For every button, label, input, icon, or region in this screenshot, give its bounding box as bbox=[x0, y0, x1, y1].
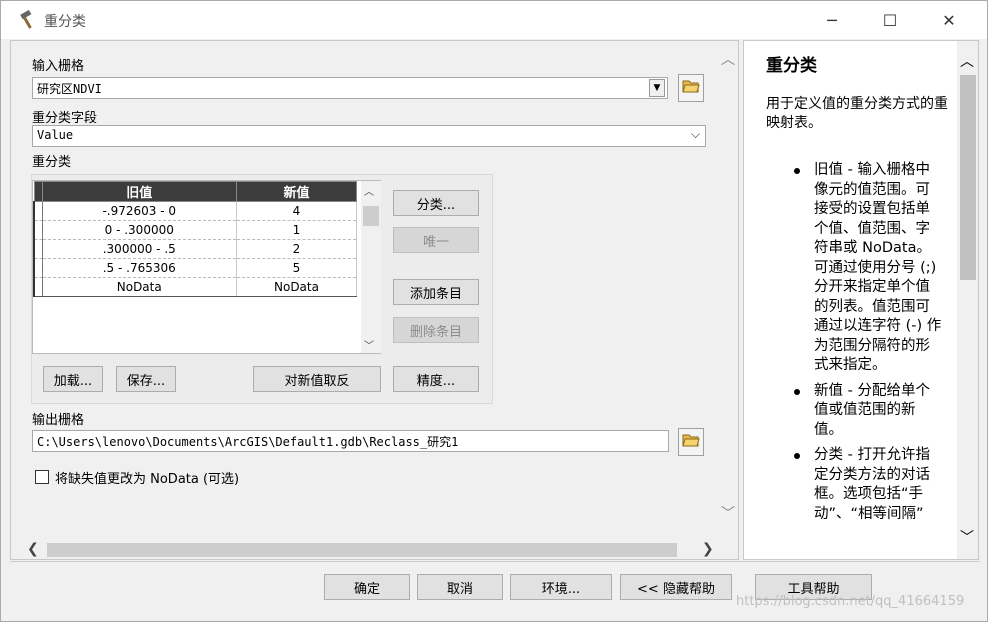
row-selector[interactable] bbox=[33, 201, 43, 221]
table-row[interactable]: .5 - .765306 5 bbox=[33, 258, 357, 278]
row-selector[interactable] bbox=[33, 239, 43, 259]
missing-to-nodata-checkbox[interactable] bbox=[35, 470, 49, 484]
help-title: 重分类 bbox=[766, 56, 817, 76]
bullet-icon bbox=[794, 453, 800, 459]
old-value-cell[interactable]: 0 - .300000 bbox=[42, 220, 237, 240]
new-value-cell[interactable]: 5 bbox=[236, 258, 357, 278]
hide-help-button[interactable]: << 隐藏帮助 bbox=[620, 574, 732, 600]
ok-button[interactable]: 确定 bbox=[324, 574, 410, 600]
load-button[interactable]: 加载... bbox=[43, 366, 103, 392]
browse-output-button[interactable] bbox=[678, 428, 704, 456]
title-bar: 重分类 ─ ☐ ✕ bbox=[1, 1, 987, 39]
help-item-text: 新值 - 分配给单个值或值范围的新值。 bbox=[814, 382, 930, 438]
list-item: 旧值 - 输入栅格中像元的值范围。可接受的设置包括单个值、值范围、字符串或 No… bbox=[794, 161, 944, 376]
new-value-cell[interactable]: 4 bbox=[236, 201, 357, 221]
table-row[interactable]: .300000 - .5 2 bbox=[33, 239, 357, 259]
output-raster-label: 输出栅格 bbox=[32, 413, 85, 428]
panel-horizontal-scrollbar[interactable]: ❮ ❯ bbox=[27, 541, 717, 559]
row-header-corner bbox=[33, 181, 43, 202]
scroll-thumb[interactable] bbox=[960, 75, 976, 280]
chevron-down-icon[interactable]: ﹀ bbox=[364, 337, 374, 352]
new-value-cell[interactable]: 2 bbox=[236, 239, 357, 259]
help-item-text: 分类 - 打开允许指定分类方法的对话框。选项包括“手动”、“相等间隔” bbox=[814, 447, 930, 522]
cancel-button[interactable]: 取消 bbox=[417, 574, 503, 600]
folder-open-icon bbox=[682, 432, 700, 452]
reclass-field-select[interactable]: Value bbox=[32, 125, 706, 147]
minimize-button[interactable]: ─ bbox=[809, 1, 855, 39]
list-item: 分类 - 打开允许指定分类方法的对话框。选项包括“手动”、“相等间隔” bbox=[794, 446, 944, 524]
column-header-new[interactable]: 新值 bbox=[236, 181, 357, 202]
chevron-down-icon[interactable]: ⌵ bbox=[691, 127, 700, 142]
row-selector[interactable] bbox=[33, 258, 43, 278]
precision-button[interactable]: 精度... bbox=[393, 366, 479, 392]
reclassification-label: 重分类 bbox=[32, 155, 72, 170]
column-header-old[interactable]: 旧值 bbox=[41, 181, 237, 202]
folder-open-icon bbox=[682, 78, 700, 98]
row-selector[interactable] bbox=[33, 277, 43, 297]
save-button[interactable]: 保存... bbox=[116, 366, 176, 392]
bullet-icon bbox=[794, 388, 800, 395]
environments-button[interactable]: 环境... bbox=[510, 574, 612, 600]
old-value-cell[interactable]: NoData bbox=[42, 277, 237, 297]
input-raster-combo[interactable]: 研究区NDVI bbox=[32, 77, 668, 99]
table-row[interactable]: NoData NoData bbox=[33, 277, 357, 297]
panel-vertical-scrollbar[interactable]: ︿ ﹀ bbox=[720, 41, 739, 531]
reverse-new-values-button[interactable]: 对新值取反 bbox=[253, 366, 381, 392]
missing-to-nodata-label: 将缺失值更改为 NoData (可选) bbox=[55, 472, 240, 487]
help-scrollbar[interactable]: ︿ ﹀ bbox=[957, 41, 978, 559]
remap-grid: 旧值 新值 -.972603 - 0 4 0 - .300000 1 .3000… bbox=[33, 181, 357, 297]
watermark: https://blog.csdn.net/qq_41664159 bbox=[736, 594, 965, 609]
output-raster-input[interactable]: C:\Users\lenovo\Documents\ArcGIS\Default… bbox=[32, 430, 669, 452]
unique-button[interactable]: 唯一 bbox=[393, 227, 479, 253]
input-raster-label: 输入栅格 bbox=[32, 59, 85, 74]
help-panel: 重分类 用于定义值的重分类方式的重映射表。 旧值 - 输入栅格中像元的值范围。可… bbox=[743, 40, 979, 560]
table-scrollbar[interactable]: ︿ ﹀ bbox=[361, 181, 381, 353]
hammer-icon bbox=[18, 9, 38, 30]
scroll-thumb[interactable] bbox=[47, 543, 677, 557]
chevron-right-icon[interactable]: ❯ bbox=[702, 541, 714, 557]
delete-entry-button[interactable]: 删除条目 bbox=[393, 317, 479, 343]
list-item: 新值 - 分配给单个值或值范围的新值。 bbox=[794, 382, 944, 441]
close-button[interactable]: ✕ bbox=[926, 1, 972, 39]
reclass-field-label: 重分类字段 bbox=[32, 111, 98, 126]
help-item-text: 旧值 - 输入栅格中像元的值范围。可接受的设置包括单个值、值范围、字符串或 No… bbox=[814, 162, 942, 373]
chevron-left-icon[interactable]: ❮ bbox=[27, 541, 39, 557]
parameters-panel: 输入栅格 研究区NDVI ▼ 重分类字段 Value ⌵ 重分类 旧值 新值 -… bbox=[10, 40, 739, 560]
help-intro: 用于定义值的重分类方式的重映射表。 bbox=[766, 96, 948, 131]
chevron-up-icon[interactable]: ︿ bbox=[721, 49, 735, 69]
scroll-thumb[interactable] bbox=[363, 206, 379, 226]
remap-table[interactable]: 旧值 新值 -.972603 - 0 4 0 - .300000 1 .3000… bbox=[32, 180, 381, 354]
old-value-cell[interactable]: .300000 - .5 bbox=[42, 239, 237, 259]
new-value-cell[interactable]: 1 bbox=[236, 220, 357, 240]
table-row[interactable]: -.972603 - 0 4 bbox=[33, 201, 357, 221]
row-selector[interactable] bbox=[33, 220, 43, 240]
help-list: 旧值 - 输入栅格中像元的值范围。可接受的设置包括单个值、值范围、字符串或 No… bbox=[794, 161, 944, 530]
browse-input-button[interactable] bbox=[678, 74, 704, 102]
old-value-cell[interactable]: .5 - .765306 bbox=[42, 258, 237, 278]
window-title: 重分类 bbox=[44, 14, 86, 30]
maximize-button[interactable]: ☐ bbox=[867, 1, 913, 39]
classify-button[interactable]: 分类... bbox=[393, 190, 479, 216]
bullet-icon bbox=[794, 168, 800, 174]
add-entry-button[interactable]: 添加条目 bbox=[393, 279, 479, 305]
chevron-up-icon[interactable]: ︿ bbox=[364, 183, 374, 198]
chevron-down-icon[interactable]: ﹀ bbox=[960, 527, 974, 547]
chevron-down-icon[interactable]: ▼ bbox=[649, 79, 665, 97]
chevron-up-icon[interactable]: ︿ bbox=[960, 51, 974, 71]
old-value-cell[interactable]: -.972603 - 0 bbox=[42, 201, 237, 221]
new-value-cell[interactable]: NoData bbox=[236, 277, 357, 297]
table-row[interactable]: 0 - .300000 1 bbox=[33, 220, 357, 240]
reclassify-dialog: 重分类 ─ ☐ ✕ 输入栅格 研究区NDVI ▼ 重分类字段 Value ⌵ 重… bbox=[0, 0, 988, 622]
chevron-down-icon[interactable]: ﹀ bbox=[721, 503, 735, 523]
